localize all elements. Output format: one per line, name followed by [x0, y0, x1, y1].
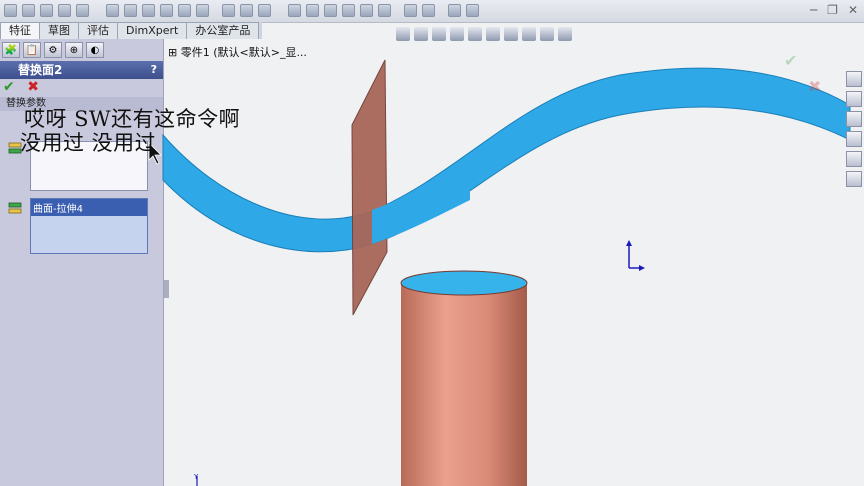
svg-text:✔: ✔ — [784, 51, 797, 70]
file-explorer-icon[interactable] — [846, 111, 862, 127]
extruded-surface[interactable] — [162, 67, 851, 253]
cylinder-top-face[interactable] — [400, 270, 528, 296]
home-icon[interactable] — [846, 71, 862, 87]
svg-text:✖: ✖ — [808, 77, 821, 96]
triad-icon — [626, 240, 645, 271]
view-palette-icon[interactable] — [846, 131, 862, 147]
appearances-icon[interactable] — [846, 151, 862, 167]
task-pane-tabs — [846, 71, 864, 191]
graphics-area[interactable]: Y ✔ ✖ — [0, 0, 864, 486]
cylinder-body[interactable] — [401, 283, 527, 486]
caption-line-2: 没用过 没用过 — [20, 131, 157, 155]
reference-plane[interactable] — [351, 59, 388, 316]
svg-text:Y: Y — [193, 473, 199, 481]
design-library-icon[interactable] — [846, 91, 862, 107]
custom-properties-icon[interactable] — [846, 171, 862, 187]
origin-icon: Y — [193, 473, 199, 486]
